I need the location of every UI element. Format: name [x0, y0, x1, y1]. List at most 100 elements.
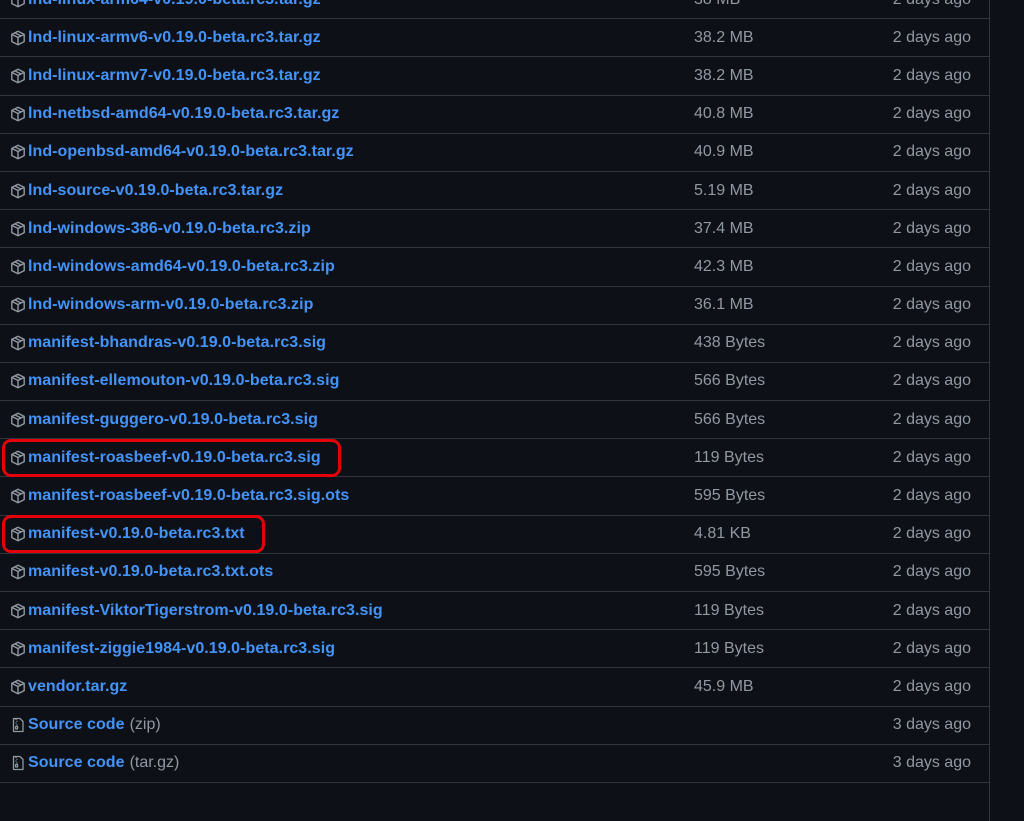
asset-download-link[interactable]: Source code: [28, 754, 125, 772]
asset-row: manifest-roasbeef-v0.19.0-beta.rc3.sig 11…: [0, 439, 989, 478]
package-icon: [10, 106, 26, 122]
asset-download-link[interactable]: lnd-netbsd-amd64-v0.19.0-beta.rc3.tar.gz: [28, 105, 339, 123]
asset-date: 2 days ago: [893, 0, 971, 18]
asset-row: lnd-windows-386-v0.19.0-beta.rc3.zip 37.4…: [0, 210, 989, 249]
asset-date: 2 days ago: [892, 105, 971, 123]
asset-name-cell: manifest-ViktorTigerstrom-v0.19.0-beta.r…: [10, 592, 383, 629]
asset-date: 2 days ago: [892, 181, 971, 199]
asset-size: 42.3 MB: [694, 257, 754, 275]
asset-name-cell: manifest-roasbeef-v0.19.0-beta.rc3.sig.o…: [10, 477, 349, 514]
package-icon: [10, 221, 26, 237]
asset-name-cell: lnd-linux-armv6-v0.19.0-beta.rc3.tar.gz: [10, 19, 321, 56]
asset-size: 40.9 MB: [694, 143, 754, 161]
asset-size: 595 Bytes: [694, 563, 766, 581]
asset-size: 40.8 MB: [694, 105, 754, 123]
asset-name-cell: lnd-openbsd-amd64-v0.19.0-beta.rc3.tar.g…: [10, 134, 354, 171]
asset-download-link[interactable]: lnd-source-v0.19.0-beta.rc3.tar.gz: [28, 182, 283, 200]
asset-date: 3 days ago: [892, 716, 971, 734]
asset-name-cell: lnd-linux-armv7-v0.19.0-beta.rc3.tar.gz: [10, 57, 321, 94]
asset-size: 595 Bytes: [694, 487, 766, 505]
asset-row: manifest-ViktorTigerstrom-v0.19.0-beta.r…: [0, 592, 989, 631]
asset-download-link[interactable]: manifest-ellemouton-v0.19.0-beta.rc3.sig: [28, 372, 339, 390]
asset-date: 2 days ago: [892, 296, 971, 314]
asset-download-link[interactable]: manifest-v0.19.0-beta.rc3.txt.ots: [28, 563, 273, 581]
asset-download-link[interactable]: lnd-linux-armv6-v0.19.0-beta.rc3.tar.gz: [28, 29, 321, 47]
asset-download-link[interactable]: manifest-ziggie1984-v0.19.0-beta.rc3.sig: [28, 640, 335, 658]
asset-size: 38 MB: [694, 0, 740, 18]
asset-row: lnd-linux-armv7-v0.19.0-beta.rc3.tar.gz 3…: [0, 57, 989, 96]
asset-date: 2 days ago: [892, 143, 971, 161]
asset-date: 2 days ago: [892, 257, 971, 275]
asset-name-cell: lnd-windows-386-v0.19.0-beta.rc3.zip: [10, 210, 311, 247]
asset-download-link[interactable]: manifest-v0.19.0-beta.rc3.txt: [28, 525, 245, 543]
asset-date: 2 days ago: [892, 601, 971, 619]
asset-size: 119 Bytes: [694, 639, 764, 657]
asset-row: lnd-linux-arm64-v0.19.0-beta.rc3.tar.gz 3…: [0, 0, 989, 20]
asset-download-link[interactable]: lnd-windows-386-v0.19.0-beta.rc3.zip: [28, 220, 311, 238]
asset-size: 5.19 MB: [694, 181, 754, 199]
package-icon: [10, 68, 26, 84]
package-icon: [10, 603, 26, 619]
asset-date: 2 days ago: [892, 525, 971, 543]
asset-date: 2 days ago: [892, 448, 971, 466]
asset-name-cell: manifest-guggero-v0.19.0-beta.rc3.sig: [10, 401, 318, 438]
asset-size: 38.2 MB: [694, 28, 754, 46]
asset-size: 438 Bytes: [694, 334, 766, 352]
file-zip-icon: [10, 755, 26, 771]
asset-download-link[interactable]: manifest-guggero-v0.19.0-beta.rc3.sig: [28, 411, 318, 429]
asset-name-cell: Source code (tar.gz): [10, 745, 179, 782]
asset-date: 2 days ago: [892, 334, 971, 352]
asset-download-link[interactable]: vendor.tar.gz: [28, 678, 127, 696]
asset-download-link[interactable]: lnd-linux-armv7-v0.19.0-beta.rc3.tar.gz: [28, 67, 321, 85]
asset-date: 2 days ago: [892, 28, 971, 46]
asset-date: 2 days ago: [892, 487, 971, 505]
asset-size: 566 Bytes: [694, 372, 766, 390]
asset-download-link[interactable]: manifest-roasbeef-v0.19.0-beta.rc3.sig.o…: [28, 487, 349, 505]
asset-format-suffix: (tar.gz): [129, 754, 180, 772]
asset-download-link[interactable]: Source code: [28, 716, 125, 734]
package-icon: [10, 412, 26, 428]
package-icon: [10, 450, 26, 466]
asset-download-link[interactable]: manifest-roasbeef-v0.19.0-beta.rc3.sig: [28, 449, 321, 467]
asset-size: 38.2 MB: [694, 66, 754, 84]
asset-name-cell: Source code (zip): [10, 707, 161, 744]
asset-date: 2 days ago: [892, 66, 971, 84]
asset-download-link[interactable]: lnd-linux-arm64-v0.19.0-beta.rc3.tar.gz: [28, 0, 321, 9]
asset-name-cell: manifest-v0.19.0-beta.rc3.txt: [10, 516, 245, 553]
asset-download-link[interactable]: manifest-ViktorTigerstrom-v0.19.0-beta.r…: [28, 602, 383, 620]
asset-size: 45.9 MB: [694, 677, 754, 695]
asset-name-cell: manifest-ziggie1984-v0.19.0-beta.rc3.sig: [10, 630, 335, 667]
asset-download-link[interactable]: manifest-bhandras-v0.19.0-beta.rc3.sig: [28, 334, 326, 352]
package-icon: [10, 335, 26, 351]
release-assets-list: lnd-linux-arm64-v0.19.0-beta.rc3.tar.gz 3…: [0, 0, 990, 821]
asset-size: 4.81 KB: [694, 525, 751, 543]
asset-row: lnd-windows-amd64-v0.19.0-beta.rc3.zip 42…: [0, 248, 989, 287]
package-icon: [10, 0, 26, 8]
asset-row: manifest-ellemouton-v0.19.0-beta.rc3.sig…: [0, 363, 989, 402]
asset-name-cell: manifest-roasbeef-v0.19.0-beta.rc3.sig: [10, 439, 321, 476]
package-icon: [10, 30, 26, 46]
asset-row: manifest-ziggie1984-v0.19.0-beta.rc3.sig…: [0, 630, 989, 669]
asset-date: 2 days ago: [892, 219, 971, 237]
asset-row: lnd-netbsd-amd64-v0.19.0-beta.rc3.tar.gz…: [0, 96, 989, 134]
asset-name-cell: lnd-windows-amd64-v0.19.0-beta.rc3.zip: [10, 248, 335, 285]
asset-name-cell: lnd-windows-arm-v0.19.0-beta.rc3.zip: [10, 287, 313, 324]
asset-row: lnd-windows-arm-v0.19.0-beta.rc3.zip 36.1…: [0, 287, 989, 325]
asset-name-cell: lnd-netbsd-amd64-v0.19.0-beta.rc3.tar.gz: [10, 96, 339, 133]
package-icon: [10, 297, 26, 313]
asset-name-cell: vendor.tar.gz: [10, 668, 127, 705]
asset-row: manifest-roasbeef-v0.19.0-beta.rc3.sig.o…: [0, 477, 989, 516]
asset-row: vendor.tar.gz 45.9 MB 2 days ago: [0, 668, 989, 707]
asset-row: Source code (tar.gz) 3 days ago: [0, 745, 989, 783]
asset-size: 36.1 MB: [694, 296, 754, 314]
asset-download-link[interactable]: lnd-windows-amd64-v0.19.0-beta.rc3.zip: [28, 258, 335, 276]
asset-download-link[interactable]: lnd-windows-arm-v0.19.0-beta.rc3.zip: [28, 296, 313, 314]
asset-row: manifest-v0.19.0-beta.rc3.txt.ots 595 Byt…: [0, 554, 989, 592]
asset-date: 2 days ago: [892, 410, 971, 428]
asset-row: lnd-source-v0.19.0-beta.rc3.tar.gz 5.19 M…: [0, 172, 989, 211]
package-icon: [10, 144, 26, 160]
asset-row: manifest-v0.19.0-beta.rc3.txt 4.81 KB 2 da…: [0, 516, 989, 554]
asset-download-link[interactable]: lnd-openbsd-amd64-v0.19.0-beta.rc3.tar.g…: [28, 143, 354, 161]
asset-name-cell: manifest-bhandras-v0.19.0-beta.rc3.sig: [10, 325, 326, 362]
package-icon: [10, 564, 26, 580]
